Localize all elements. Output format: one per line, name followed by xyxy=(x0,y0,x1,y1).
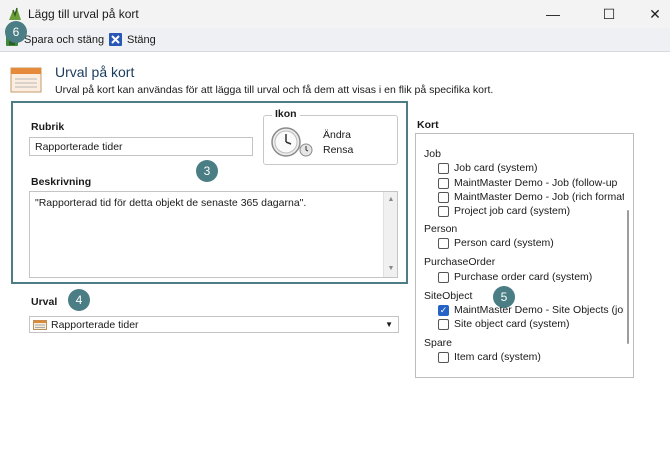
page-description: Urval på kort kan användas för att lägga… xyxy=(55,84,494,96)
rubrik-value: Rapporterade tider xyxy=(35,141,123,153)
list-item-label: MaintMaster Demo - Site Objects (jol xyxy=(454,304,624,316)
group-heading: SiteObject xyxy=(424,290,473,302)
icon-group: Ikon Ändra Rensa xyxy=(263,108,398,165)
step-badge-4: 4 xyxy=(68,289,90,311)
close-x-icon xyxy=(109,33,122,46)
urval-label: Urval xyxy=(31,296,58,308)
scroll-thumb[interactable] xyxy=(627,210,629,344)
rubrik-input[interactable]: Rapporterade tider xyxy=(29,137,253,156)
list-item[interactable]: Job card (system) xyxy=(438,162,537,174)
app-logo-icon xyxy=(9,7,21,20)
step-badge-5: 5 xyxy=(493,286,515,308)
checkbox[interactable] xyxy=(438,271,449,283)
list-item-label: Item card (system) xyxy=(454,351,541,363)
page-title: Urval på kort xyxy=(55,64,135,80)
checkbox[interactable] xyxy=(438,318,449,330)
selection-card-icon xyxy=(10,67,42,93)
close-icon: ✕ xyxy=(649,5,661,22)
selection-list-icon xyxy=(33,319,47,330)
list-item-label: Person card (system) xyxy=(454,237,554,249)
scroll-down-icon[interactable]: ▼ xyxy=(384,263,398,275)
step-badge-3: 3 xyxy=(196,160,218,182)
list-item-label: Project job card (system) xyxy=(454,205,571,217)
list-item-label: MaintMaster Demo - Job (rich format xyxy=(454,191,624,203)
kort-scrollbar[interactable] xyxy=(623,134,633,377)
minimize-icon: — xyxy=(546,6,560,22)
list-item-label: Site object card (system) xyxy=(454,318,570,330)
scroll-up-icon[interactable]: ▲ xyxy=(384,194,398,206)
minimize-button[interactable]: — xyxy=(530,0,576,28)
checkbox[interactable] xyxy=(438,177,449,189)
maximize-icon: ☐ xyxy=(602,5,616,22)
toolbar: Spara och stäng Stäng xyxy=(0,28,670,52)
ikon-label: Ikon xyxy=(272,108,300,120)
list-item[interactable]: Item card (system) xyxy=(438,351,541,363)
urval-value: Rapporterade tider xyxy=(51,318,139,331)
checkbox[interactable] xyxy=(438,205,449,217)
kort-list[interactable]: Job Job card (system) MaintMaster Demo -… xyxy=(415,133,634,378)
beskrivning-value: "Rapporterad tid för detta objekt de sen… xyxy=(35,197,307,209)
title-bar: Lägg till urval på kort — ☐ ✕ xyxy=(0,0,670,28)
beskrivning-textarea[interactable]: "Rapporterad tid för detta objekt de sen… xyxy=(29,191,398,278)
checkbox-checked[interactable]: ✓ xyxy=(438,304,449,316)
step-badge-6: 6 xyxy=(5,21,27,43)
group-heading: Spare xyxy=(424,337,453,349)
chevron-down-icon[interactable]: ▼ xyxy=(385,320,393,329)
close-label: Stäng xyxy=(127,34,156,46)
clock-icon xyxy=(271,127,313,157)
list-item[interactable]: MaintMaster Demo - Job (follow-up xyxy=(438,177,617,189)
checkbox[interactable] xyxy=(438,237,449,249)
list-item[interactable]: Purchase order card (system) xyxy=(438,271,592,283)
list-item[interactable]: MaintMaster Demo - Job (rich format xyxy=(438,191,624,203)
list-item[interactable]: Project job card (system) xyxy=(438,205,570,217)
list-item-label: Job card (system) xyxy=(454,162,538,174)
group-heading: PurchaseOrder xyxy=(424,256,496,268)
close-button[interactable]: Stäng xyxy=(108,32,156,48)
checkbox[interactable] xyxy=(438,351,449,363)
list-item[interactable]: Person card (system) xyxy=(438,237,554,249)
maximize-button[interactable]: ☐ xyxy=(586,0,632,28)
change-icon-link[interactable]: Ändra xyxy=(323,129,351,141)
group-heading: Job xyxy=(424,148,441,160)
urval-dropdown[interactable]: Rapporterade tider ▼ xyxy=(29,316,399,333)
window-title: Lägg till urval på kort xyxy=(28,7,139,21)
close-window-button[interactable]: ✕ xyxy=(632,0,670,28)
checkbox[interactable] xyxy=(438,191,449,203)
checkbox[interactable] xyxy=(438,162,449,174)
textarea-scrollbar[interactable]: ▲ ▼ xyxy=(383,192,397,277)
clear-icon-link[interactable]: Rensa xyxy=(323,144,353,156)
list-item[interactable]: ✓ MaintMaster Demo - Site Objects (jol xyxy=(438,304,624,316)
list-item-label: MaintMaster Demo - Job (follow-up xyxy=(454,177,618,189)
list-item-label: Purchase order card (system) xyxy=(454,271,593,283)
list-item[interactable]: Site object card (system) xyxy=(438,318,570,330)
rubrik-label: Rubrik xyxy=(31,121,65,133)
save-and-close-label: Spara och stäng xyxy=(24,34,105,46)
group-heading: Person xyxy=(424,223,458,235)
kort-label: Kort xyxy=(417,119,439,131)
beskrivning-label: Beskrivning xyxy=(31,176,92,188)
